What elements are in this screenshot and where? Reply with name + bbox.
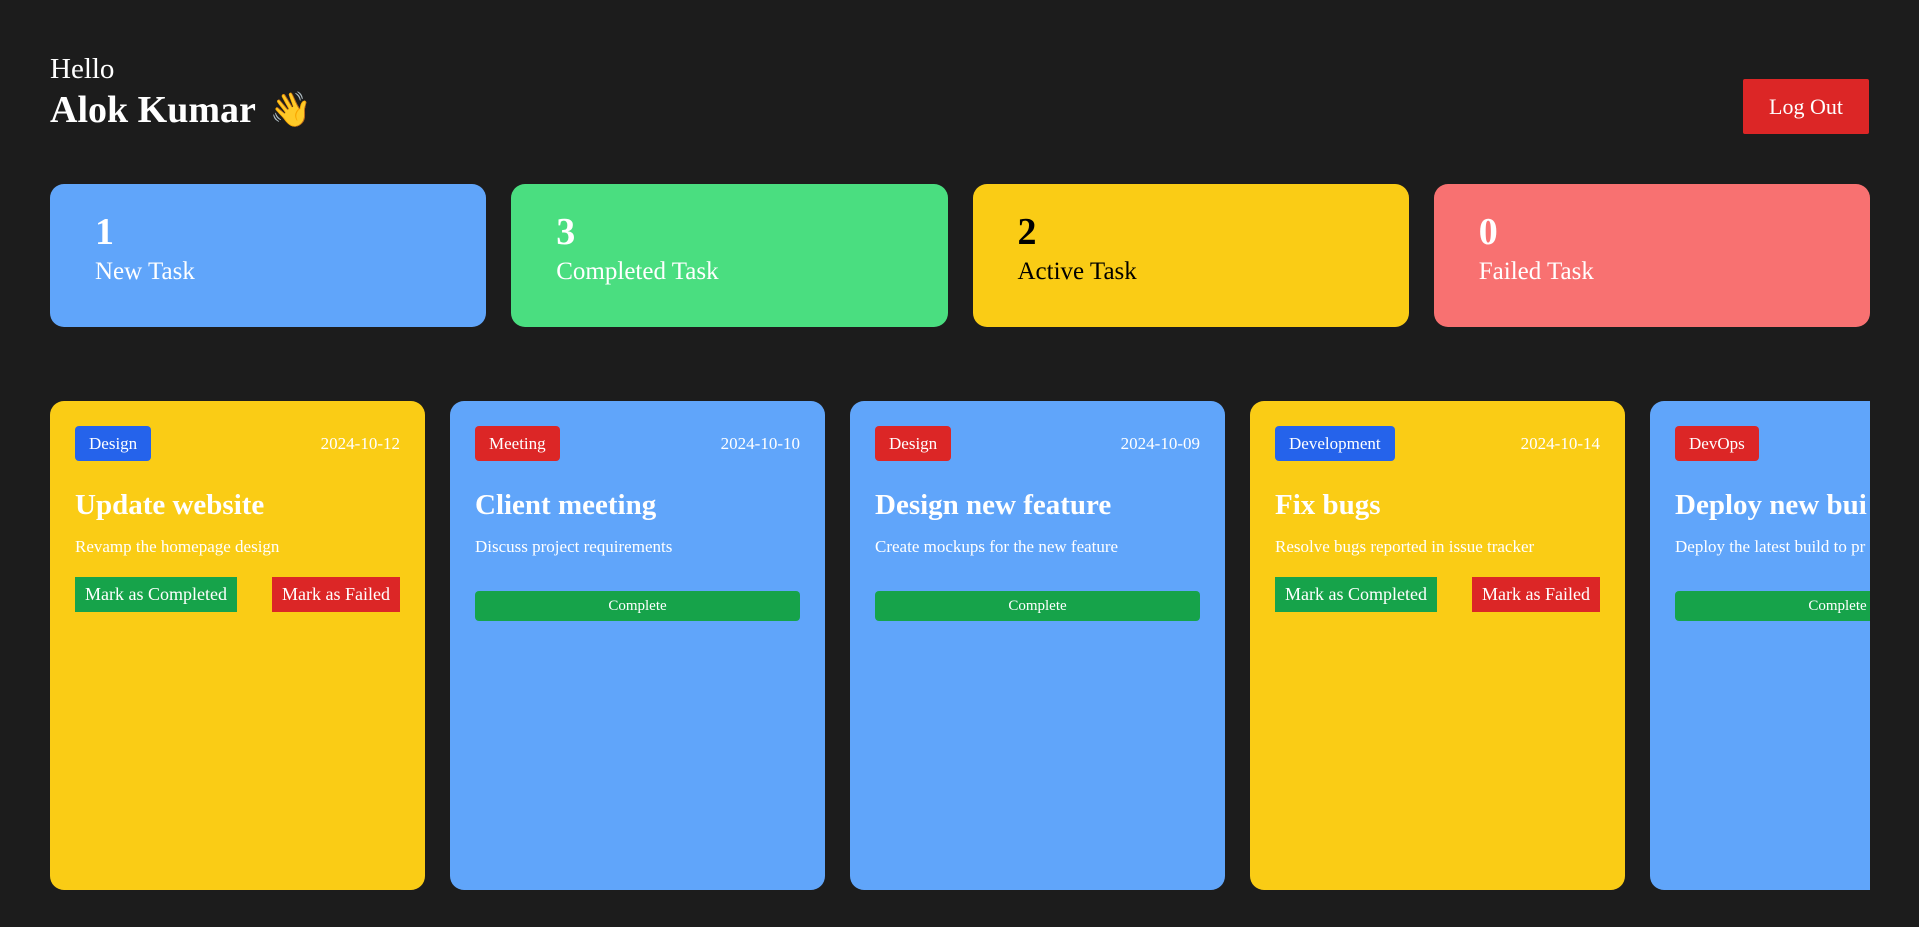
complete-button[interactable]: Complete <box>875 591 1200 621</box>
stats-row: 1 New Task 3 Completed Task 2 Active Tas… <box>50 184 1870 327</box>
stat-label: New Task <box>95 258 195 285</box>
task-card: Meeting 2024-10-10 Client meeting Discus… <box>450 401 825 890</box>
task-description: Discuss project requirements <box>475 537 673 556</box>
task-date: 2024-10-14 <box>1520 433 1600 453</box>
category-badge: Meeting <box>475 426 560 461</box>
mark-failed-button[interactable]: Mark as Failed <box>1472 577 1600 612</box>
user-name: Alok Kumar 👋 <box>50 86 1869 134</box>
stat-label: Active Task <box>1017 258 1137 285</box>
task-date: 2024-10-09 <box>1120 433 1200 453</box>
category-badge: Design <box>75 426 152 461</box>
task-title: Deploy new bui <box>1675 489 1867 521</box>
task-title: Fix bugs <box>1275 489 1381 521</box>
stat-count: 0 <box>1478 211 1498 253</box>
stat-card-completed: 3 Completed Task <box>511 184 948 327</box>
stat-card-new: 1 New Task <box>50 184 487 327</box>
task-description: Resolve bugs reported in issue tracker <box>1275 537 1535 556</box>
mark-failed-button[interactable]: Mark as Failed <box>272 577 400 612</box>
task-title: Client meeting <box>475 489 657 521</box>
task-actions: Mark as Completed Mark as Failed <box>1275 577 1600 612</box>
greeting-text: Hello <box>50 53 115 85</box>
header: Hello Alok Kumar 👋 Log Out <box>50 52 1869 142</box>
mark-completed-button[interactable]: Mark as Completed <box>1275 577 1437 612</box>
stat-label: Failed Task <box>1478 258 1594 285</box>
task-title: Update website <box>75 489 265 521</box>
mark-completed-button[interactable]: Mark as Completed <box>75 577 237 612</box>
task-card: Design 2024-10-12 Update website Revamp … <box>50 401 425 890</box>
category-badge: DevOps <box>1675 426 1759 461</box>
stat-count: 2 <box>1017 211 1037 253</box>
task-description: Create mockups for the new feature <box>875 537 1119 556</box>
category-badge: Design <box>875 426 952 461</box>
category-badge: Development <box>1275 426 1395 461</box>
task-date: 2024-10-12 <box>320 433 400 453</box>
user-name-text: Alok Kumar <box>50 89 256 131</box>
task-list: Design 2024-10-12 Update website Revamp … <box>50 401 1870 890</box>
task-description: Deploy the latest build to pr <box>1675 537 1866 556</box>
task-title: Design new feature <box>875 489 1112 521</box>
task-card: Design 2024-10-09 Design new feature Cre… <box>850 401 1225 890</box>
stat-card-failed: 0 Failed Task <box>1433 184 1870 327</box>
stat-count: 1 <box>95 211 114 253</box>
waving-hand-icon: 👋 <box>269 90 313 130</box>
complete-button[interactable]: Complete <box>475 591 800 621</box>
logout-button[interactable]: Log Out <box>1743 79 1869 134</box>
stat-count: 3 <box>556 211 576 253</box>
complete-button[interactable]: Complete <box>1675 591 1870 621</box>
task-description: Revamp the homepage design <box>75 537 280 556</box>
task-list-scroll[interactable]: Design 2024-10-12 Update website Revamp … <box>50 401 1870 890</box>
stat-label: Completed Task <box>556 258 719 285</box>
stat-card-active: 2 Active Task <box>972 184 1409 327</box>
task-card: DevOps Deploy new bui Deploy the latest … <box>1650 401 1870 890</box>
task-actions: Mark as Completed Mark as Failed <box>75 577 400 612</box>
task-date: 2024-10-10 <box>720 433 800 453</box>
task-card: Development 2024-10-14 Fix bugs Resolve … <box>1250 401 1625 890</box>
